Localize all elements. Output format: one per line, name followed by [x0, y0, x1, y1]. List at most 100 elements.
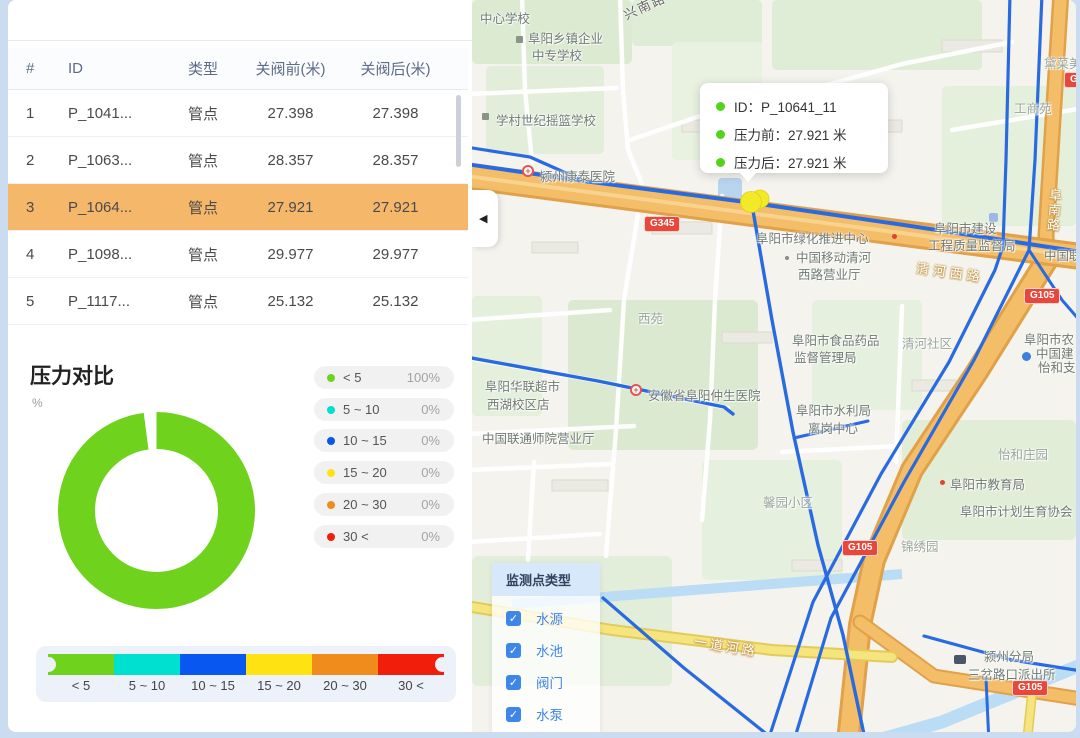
road-badge: G105 — [842, 540, 878, 556]
legend-label: 10 ~ 15 — [343, 433, 387, 448]
checkbox-checked-icon[interactable]: ✓ — [506, 707, 521, 722]
pressure-donut-ring — [77, 431, 237, 591]
table-row[interactable]: 4 P_1098... 管点 29.977 29.977 — [8, 231, 468, 278]
map-label: 中专学校 — [532, 45, 582, 64]
poi-dot-icon — [940, 480, 945, 485]
monitor-type-item-water-tank[interactable]: ✓ 水池 — [506, 640, 600, 660]
scale-segment — [312, 654, 378, 675]
legend-dot — [327, 374, 335, 382]
legend-dot — [327, 533, 335, 541]
monitor-type-label: 水源 — [536, 608, 563, 628]
legend-dot — [327, 406, 335, 414]
table-header: # ID 类型 关阀前(米) 关阀后(米) — [8, 48, 468, 90]
road-badge: G — [1064, 72, 1076, 88]
map-label: 清河社区 — [902, 333, 952, 352]
green-dot-icon — [716, 130, 725, 139]
map-label: 中国联通师院营业厅 — [482, 428, 595, 447]
map-label: 离岗中心 — [808, 418, 858, 437]
chart-title: 压力对比 — [30, 360, 114, 390]
school-icon — [516, 36, 523, 43]
road-badge: G105 — [1024, 288, 1060, 304]
cell-id: P_1041... — [68, 105, 168, 122]
table-scrollbar[interactable] — [456, 95, 461, 167]
tooltip-id: ID：P_10641_11 — [734, 96, 837, 116]
table-row-selected[interactable]: 3 P_1064... 管点 27.921 27.921 — [8, 184, 468, 231]
table-row[interactable]: 2 P_1063... 管点 28.357 28.357 — [8, 137, 468, 184]
map-label: 中心学校 — [480, 8, 530, 27]
map-label: 阜阳市绿化推进中心 — [756, 228, 869, 247]
scale-label: 15 ~ 20 — [246, 678, 312, 693]
poi-dot-icon — [785, 256, 789, 260]
map-canvas[interactable]: 清河西路 阜南路 一道河路 兴南路 G345 G105 G105 G105 G … — [472, 0, 1076, 732]
map-label: 监督管理局 — [794, 347, 857, 366]
checkbox-checked-icon[interactable]: ✓ — [506, 643, 521, 658]
map-label: 三岔路口派出所 — [968, 664, 1056, 683]
monitor-type-legend-title: 监测点类型 — [492, 563, 600, 596]
chart-legend-item[interactable]: 30 < 0% — [314, 525, 454, 548]
chart-legend-item[interactable]: 15 ~ 20 0% — [314, 461, 454, 484]
cell-id: P_1098... — [68, 246, 168, 263]
table-row[interactable]: 1 P_1041... 管点 27.398 27.398 — [8, 90, 468, 137]
scale-segment — [114, 654, 180, 675]
scale-label: < 5 — [48, 678, 114, 693]
scale-label: 20 ~ 30 — [312, 678, 378, 693]
table-row[interactable]: 5 P_1117... 管点 25.132 25.132 — [8, 278, 468, 325]
scale-segment — [48, 654, 114, 675]
legend-dot — [327, 469, 335, 477]
cell-type: 管点 — [168, 103, 238, 124]
cell-before: 28.357 — [238, 152, 343, 169]
chart-legend-item[interactable]: 5 ~ 10 0% — [314, 398, 454, 421]
left-panel: # ID 类型 关阀前(米) 关阀后(米) 1 P_1041... 管点 27.… — [8, 0, 472, 732]
chart-unit-label: % — [32, 396, 43, 410]
legend-dot — [327, 501, 335, 509]
tooltip-row: 压力前：27.921 米 — [716, 124, 888, 144]
scale-notch-right — [435, 657, 450, 672]
legend-value: 0% — [421, 529, 440, 544]
map-label: 怡和庄园 — [998, 444, 1048, 463]
cell-index: 3 — [8, 199, 68, 216]
monitor-type-item-pump[interactable]: ✓ 水泵 — [506, 704, 600, 724]
scale-labels: < 5 5 ~ 10 10 ~ 15 15 ~ 20 20 ~ 30 30 < — [48, 678, 444, 693]
tooltip-pointer — [739, 172, 757, 182]
scale-bar — [48, 654, 444, 675]
monitor-type-item-valve[interactable]: ✓ 阀门 — [506, 672, 600, 692]
monitor-type-item-water-source[interactable]: ✓ 水源 — [506, 608, 600, 628]
school-icon — [482, 113, 489, 120]
scale-label: 30 < — [378, 678, 444, 693]
scale-segment — [180, 654, 246, 675]
hospital-icon: + — [630, 384, 642, 396]
map-label: 阜阳市水利局 — [796, 400, 871, 419]
scale-label: 5 ~ 10 — [114, 678, 180, 693]
map-label: 黛菜美 — [1044, 53, 1076, 72]
cell-type: 管点 — [168, 244, 238, 265]
map-label: 安徽省阜阳仲生医院 — [648, 385, 761, 404]
tooltip-pressure-after: 压力后：27.921 米 — [734, 152, 847, 172]
cell-type: 管点 — [168, 291, 238, 312]
police-badge-icon — [954, 655, 966, 664]
map-label: 阜阳市计划生育协会 — [960, 501, 1073, 520]
map-label: 颍州康泰医院 — [540, 166, 615, 185]
cell-id: P_1063... — [68, 152, 168, 169]
panel-collapse-button[interactable]: ◀ — [472, 190, 498, 247]
legend-label: 30 < — [343, 529, 369, 544]
cell-type: 管点 — [168, 197, 238, 218]
hospital-icon: + — [522, 165, 534, 177]
cell-before: 27.921 — [238, 199, 343, 216]
cell-before: 27.398 — [238, 105, 343, 122]
monitor-type-label: 水泵 — [536, 704, 563, 724]
pressure-color-scale: < 5 5 ~ 10 10 ~ 15 15 ~ 20 20 ~ 30 30 < — [36, 646, 456, 702]
legend-value: 0% — [421, 402, 440, 417]
cell-after: 27.921 — [343, 199, 448, 216]
checkbox-checked-icon[interactable]: ✓ — [506, 675, 521, 690]
scale-segment — [246, 654, 312, 675]
chart-legend-item[interactable]: < 5 100% — [314, 366, 454, 389]
checkbox-checked-icon[interactable]: ✓ — [506, 611, 521, 626]
map-label: 怡和支行 — [1038, 357, 1076, 376]
map-label: 学村世纪摇篮学校 — [496, 110, 596, 129]
col-header-id: ID — [68, 60, 168, 77]
legend-dot — [327, 437, 335, 445]
legend-label: 5 ~ 10 — [343, 402, 380, 417]
map-label: 阜阳市教育局 — [950, 474, 1025, 493]
chart-legend-item[interactable]: 10 ~ 15 0% — [314, 429, 454, 452]
chart-legend-item[interactable]: 20 ~ 30 0% — [314, 493, 454, 516]
